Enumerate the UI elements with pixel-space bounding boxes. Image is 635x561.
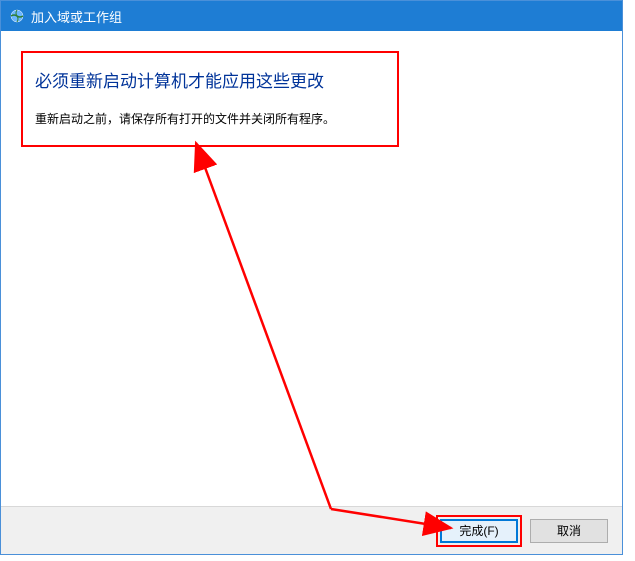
restart-subtext: 重新启动之前，请保存所有打开的文件并关闭所有程序。 bbox=[35, 110, 385, 127]
dialog-window: 加入域或工作组 必须重新启动计算机才能应用这些更改 重新启动之前，请保存所有打开… bbox=[0, 0, 623, 555]
content-area: 必须重新启动计算机才能应用这些更改 重新启动之前，请保存所有打开的文件并关闭所有… bbox=[1, 31, 622, 507]
network-icon bbox=[9, 8, 25, 24]
finish-button[interactable]: 完成(F) bbox=[440, 519, 518, 543]
restart-heading: 必须重新启动计算机才能应用这些更改 bbox=[35, 67, 385, 92]
highlighted-message: 必须重新启动计算机才能应用这些更改 重新启动之前，请保存所有打开的文件并关闭所有… bbox=[21, 51, 399, 147]
finish-highlight: 完成(F) bbox=[436, 515, 522, 547]
window-title: 加入域或工作组 bbox=[31, 7, 122, 26]
cancel-button[interactable]: 取消 bbox=[530, 519, 608, 543]
titlebar: 加入域或工作组 bbox=[1, 1, 622, 31]
dialog-footer: 完成(F) 取消 bbox=[1, 506, 622, 554]
